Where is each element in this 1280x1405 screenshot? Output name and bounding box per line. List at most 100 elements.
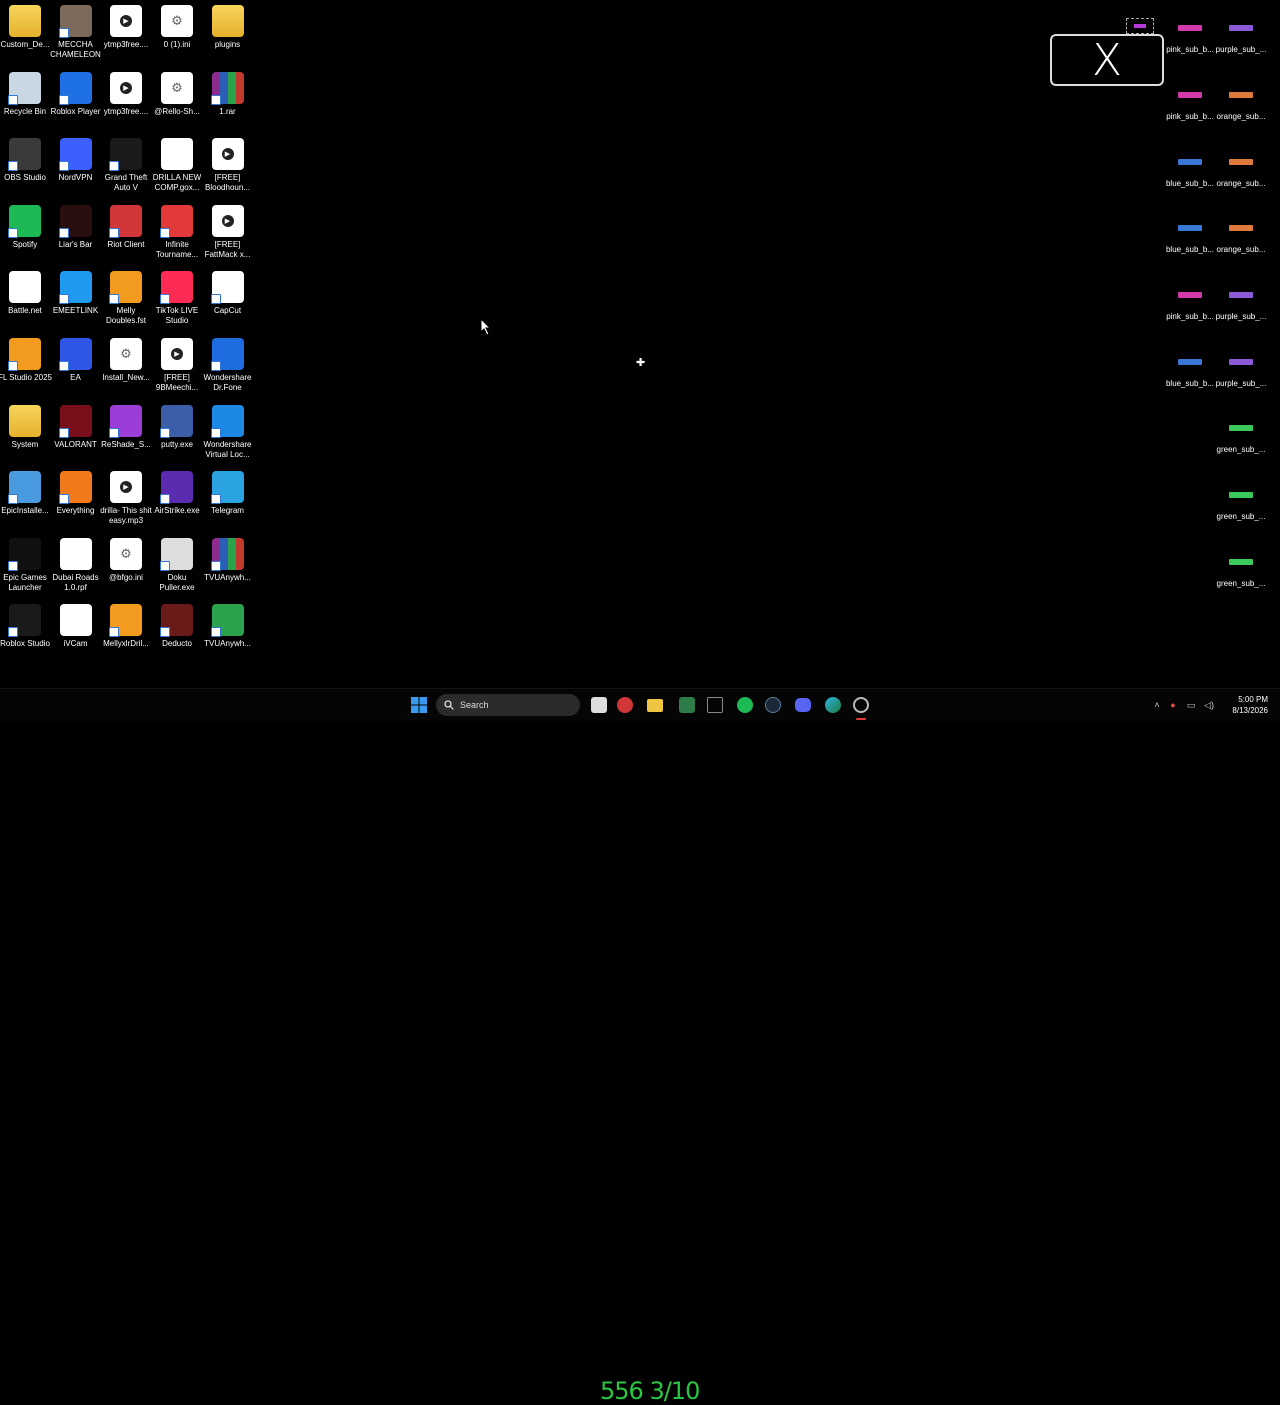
weapon-skin-icon[interactable]: green_sub_...	[1213, 549, 1269, 589]
taskbar-edge[interactable]	[822, 694, 844, 716]
desktop-icon[interactable]: Recycle Bin	[0, 71, 50, 117]
app-icon	[591, 697, 607, 713]
desktop-icon[interactable]: TikTok LIVE Studio	[152, 271, 202, 326]
desktop-icon[interactable]: Grand Theft Auto V	[101, 138, 151, 193]
desktop-icon[interactable]: CapCut	[203, 271, 253, 316]
taskbar-clock[interactable]: 5:00 PM 8/13/2026	[1232, 694, 1268, 716]
weapon-skin-label: blue_sub_b...	[1165, 245, 1215, 254]
desktop-icon[interactable]: plugins	[203, 5, 253, 50]
desktop-icon[interactable]: Epic Games Launcher	[0, 537, 50, 593]
weapon-skin-icon[interactable]: purple_sub_...	[1213, 15, 1269, 55]
installer-icon	[8, 471, 41, 505]
desktop-icon[interactable]: EpicInstalle...	[0, 471, 50, 516]
desktop-icon[interactable]: ▶ ytmp3free....	[101, 5, 151, 50]
desktop-icon[interactable]: ▶ ytmp3free....	[101, 71, 151, 117]
taskbar-app-3[interactable]	[676, 694, 698, 716]
desktop-icon[interactable]: Roblox Studio	[0, 604, 50, 649]
reshade-icon	[109, 404, 142, 438]
taskbar-app-1[interactable]	[588, 694, 610, 716]
desktop-icon[interactable]: TVUAnywh...	[203, 537, 253, 583]
weapon-skin-icon[interactable]: green_sub_...	[1213, 415, 1269, 455]
desktop-icon[interactable]: ⚙ @bfgo.ini	[101, 537, 151, 583]
desktop-icon[interactable]: Battle.net	[0, 271, 50, 316]
desktop-icon[interactable]: Wondershare Dr.Fone	[203, 338, 253, 393]
weapon-skin-icon[interactable]: blue_sub_b...	[1162, 215, 1218, 255]
desktop-icon[interactable]: ▶ drilla- This shit easy.mp3	[100, 471, 152, 526]
desktop-icon[interactable]: ▶ [FREE] Bloodhoun...	[203, 138, 253, 193]
taskbar-discord[interactable]	[792, 694, 814, 716]
desktop-icon[interactable]: TVUAnywh...	[203, 604, 253, 649]
weapon-image	[1178, 225, 1202, 231]
desktop-icon[interactable]: EMEETLINK	[51, 271, 101, 316]
desktop-icon[interactable]: MECCHA CHAMELEON	[50, 5, 101, 60]
desktop-icon[interactable]: 1.rar	[203, 71, 253, 117]
taskbar-app-2[interactable]	[614, 694, 636, 716]
weapon-skin-icon[interactable]: green_sub_...	[1213, 482, 1269, 522]
weapon-skin-icon[interactable]: pink_sub_b...	[1162, 82, 1218, 122]
x-logo-widget[interactable]: X	[1050, 34, 1164, 86]
desktop-icon-label: ytmp3free....	[103, 106, 149, 116]
desktop-icon[interactable]: ▶ [FREE] FattMack x...	[203, 204, 253, 260]
desktop-icon-label: Liar's Bar	[58, 239, 93, 249]
weapon-skin-icon[interactable]: blue_sub_b...	[1162, 349, 1218, 389]
desktop-icon[interactable]: Riot Client	[101, 204, 151, 250]
desktop-icon[interactable]: Roblox Player	[51, 71, 101, 117]
weapon-skin-icon[interactable]: purple_sub_...	[1213, 349, 1269, 389]
desktop-icon[interactable]: ▶ [FREE] 9BMeechi...	[152, 338, 202, 393]
weapon-image	[1178, 292, 1202, 298]
weapon-skin-icon[interactable]: orange_sub...	[1213, 149, 1269, 189]
weapon-skin-icon[interactable]: purple_sub_...	[1213, 282, 1269, 322]
desktop-icon[interactable]: Custom_De...	[0, 5, 50, 50]
desktop-icon[interactable]: Doku Puller.exe	[152, 537, 202, 593]
start-button[interactable]	[408, 694, 430, 716]
desktop-icon[interactable]: Spotify	[0, 204, 50, 250]
desktop-icon[interactable]: Wondershare Virtual Loc...	[203, 404, 253, 460]
desktop-icon[interactable]: VALORANT	[51, 404, 101, 450]
airstrike-icon	[160, 471, 193, 505]
desktop-icon[interactable]: Liar's Bar	[51, 204, 101, 250]
media-file-icon: ▶	[161, 338, 193, 370]
desktop-icon[interactable]: MellyxlrDril...	[101, 604, 151, 649]
small-purple-icon[interactable]	[1126, 18, 1154, 34]
microphone-icon[interactable]: ●	[1164, 700, 1182, 710]
weapon-skin-icon[interactable]: pink_sub_b...	[1162, 282, 1218, 322]
desktop-icon[interactable]: OBS Studio	[0, 138, 50, 183]
desktop-icon[interactable]: Dubai Roads 1.0.rpf	[51, 537, 101, 593]
desktop-icon[interactable]: iVCam	[51, 604, 101, 649]
weapon-image	[1178, 92, 1202, 98]
desktop-icon[interactable]: ⚙ 0 (1).ini	[152, 5, 202, 50]
taskbar-app-4[interactable]	[704, 694, 726, 716]
desktop-icon[interactable]: ⚙ @Rello-Sh...	[152, 71, 202, 117]
desktop-icon[interactable]: AirStrike.exe	[152, 471, 202, 516]
desktop-icon-label: Epic Games Launcher	[3, 572, 47, 592]
taskbar-file-explorer[interactable]	[644, 694, 666, 716]
desktop-icon[interactable]: System	[0, 404, 50, 450]
desktop-icon-label: Dubai Roads 1.0.rpf	[52, 572, 99, 592]
weapon-skin-icon[interactable]: orange_sub...	[1213, 215, 1269, 255]
desktop-icon[interactable]: putty.exe	[152, 404, 202, 450]
desktop-icon-label: VALORANT	[54, 439, 97, 449]
taskbar-chrome-active[interactable]	[850, 694, 872, 720]
taskbar-spotify[interactable]	[734, 694, 756, 716]
chevron-up-icon[interactable]: ˄	[1150, 700, 1164, 710]
desktop-icon[interactable]: Telegram	[203, 471, 253, 516]
app-icon	[707, 697, 723, 713]
desktop-icon[interactable]: ⚙ Install_New...	[101, 338, 151, 383]
desktop-icon[interactable]: FL Studio 2025	[0, 338, 52, 383]
file-icon	[59, 604, 92, 637]
desktop-icon[interactable]: DRILLA NEW COMP.gox...	[152, 138, 202, 193]
weapon-skin-icon[interactable]: pink_sub_b...	[1162, 15, 1218, 55]
weapon-skin-icon[interactable]: orange_sub...	[1213, 82, 1269, 122]
weapon-skin-icon[interactable]: blue_sub_b...	[1162, 149, 1218, 189]
speaker-icon[interactable]: ◁)	[1200, 700, 1218, 711]
taskbar-steam[interactable]	[762, 694, 784, 716]
network-icon[interactable]: ▭	[1182, 700, 1200, 711]
desktop-icon[interactable]: EA	[51, 338, 101, 383]
desktop-icon[interactable]: Deducto	[152, 604, 202, 649]
desktop-icon[interactable]: Melly Doubles.fst	[101, 271, 151, 326]
desktop-icon[interactable]: ReShade_S...	[101, 404, 151, 450]
taskbar-search-box[interactable]: Search	[436, 694, 580, 716]
desktop-icon[interactable]: Infinite Tourname...	[152, 204, 202, 260]
desktop-icon[interactable]: NordVPN	[51, 138, 101, 183]
desktop-icon[interactable]: Everything	[51, 471, 101, 516]
